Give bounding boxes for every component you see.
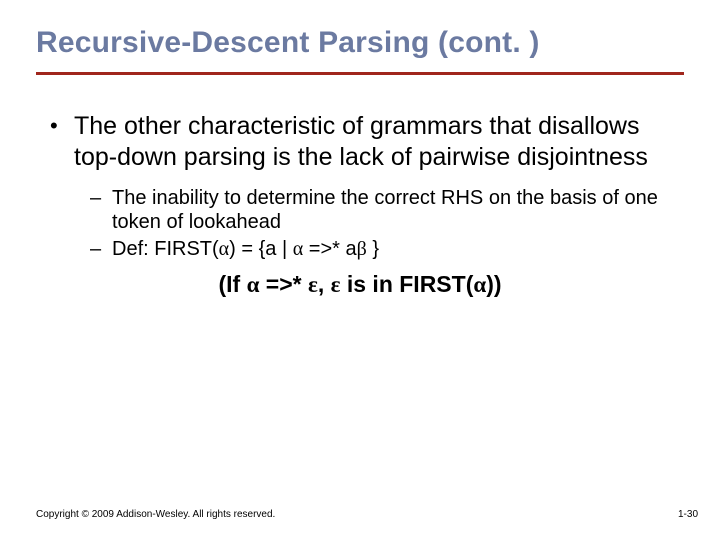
def-mid2: =>* a <box>303 238 356 260</box>
bullet-dash: – <box>90 186 112 235</box>
page-number: 1-30 <box>678 509 698 520</box>
centered-condition: (If α =>* ε, ε is in FIRST(α)) <box>36 271 684 298</box>
bullet-level-1: • The other characteristic of grammars t… <box>50 111 676 172</box>
alpha-symbol: α <box>473 272 486 297</box>
alpha-symbol: α <box>219 238 229 260</box>
bullet-level-2: – Def: FIRST(α) = {a | α =>* aβ } <box>90 237 672 261</box>
copyright-footer: Copyright © 2009 Addison-Wesley. All rig… <box>36 509 275 520</box>
epsilon-symbol: ε <box>331 272 341 297</box>
def-prefix: Def: FIRST( <box>112 238 219 260</box>
cen-p4: is in FIRST( <box>340 271 473 297</box>
cen-p5: )) <box>486 271 501 297</box>
sub-bullet-def: Def: FIRST(α) = {a | α =>* aβ } <box>112 237 672 261</box>
sub-bullet-list: – The inability to determine the correct… <box>90 186 672 261</box>
sub-bullet-text: The inability to determine the correct R… <box>112 186 672 235</box>
bullet-text: The other characteristic of grammars tha… <box>74 111 676 172</box>
cen-p1: (If <box>218 271 246 297</box>
slide: Recursive-Descent Parsing (cont. ) • The… <box>0 0 720 540</box>
alpha-symbol: α <box>247 272 260 297</box>
def-suffix: } <box>367 238 379 260</box>
bullet-dash: – <box>90 237 112 261</box>
slide-title: Recursive-Descent Parsing (cont. ) <box>36 26 684 66</box>
bullet-level-2: – The inability to determine the correct… <box>90 186 672 235</box>
beta-symbol: β <box>357 238 367 260</box>
cen-p3: , <box>318 271 331 297</box>
alpha-symbol: α <box>293 238 303 260</box>
bullet-marker: • <box>50 111 74 172</box>
epsilon-symbol: ε <box>308 272 318 297</box>
cen-p2: =>* <box>259 271 308 297</box>
def-mid1: ) = {a | <box>229 238 293 260</box>
title-divider <box>36 72 684 75</box>
